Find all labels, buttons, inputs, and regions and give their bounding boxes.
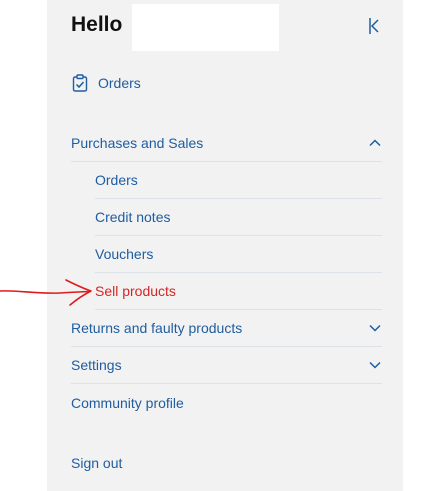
red-arrow-annotation [0,279,92,306]
chevron-down-icon [368,358,382,372]
sign-out-link[interactable]: Sign out [71,444,382,481]
menu-returns-label: Returns and faulty products [71,320,243,336]
collapse-panel-icon [369,18,379,34]
chevron-up-icon [368,136,382,150]
clipboard-check-icon [71,74,89,92]
menu-settings-label: Settings [71,357,122,373]
sign-out-label: Sign out [71,454,123,471]
greeting-title: Hello [71,13,123,36]
menu-purchases-and-sales[interactable]: Purchases and Sales [71,125,382,162]
submenu-item-orders[interactable]: Orders [95,162,382,199]
menu-settings[interactable]: Settings [71,347,382,384]
menu-purchases-label: Purchases and Sales [71,135,204,151]
account-menu-panel: Hello Orders Purchases and Sales Orders … [47,0,403,491]
submenu-vouchers-label: Vouchers [95,246,154,262]
submenu-item-sell-products[interactable]: Sell products [95,273,382,310]
menu-community-profile[interactable]: Community profile [71,384,382,421]
submenu-item-credit-notes[interactable]: Credit notes [95,199,382,236]
menu-community-label: Community profile [71,394,184,411]
orders-link[interactable]: Orders [71,72,141,94]
submenu-item-vouchers[interactable]: Vouchers [95,236,382,273]
user-name-redacted [132,4,279,51]
close-panel-button[interactable] [365,16,383,36]
orders-link-label: Orders [98,75,141,91]
submenu-sell-products-label: Sell products [95,283,176,299]
menu-returns-and-faulty-products[interactable]: Returns and faulty products [71,310,382,347]
submenu-orders-label: Orders [95,172,138,188]
chevron-down-icon [368,321,382,335]
submenu-credit-notes-label: Credit notes [95,209,171,225]
